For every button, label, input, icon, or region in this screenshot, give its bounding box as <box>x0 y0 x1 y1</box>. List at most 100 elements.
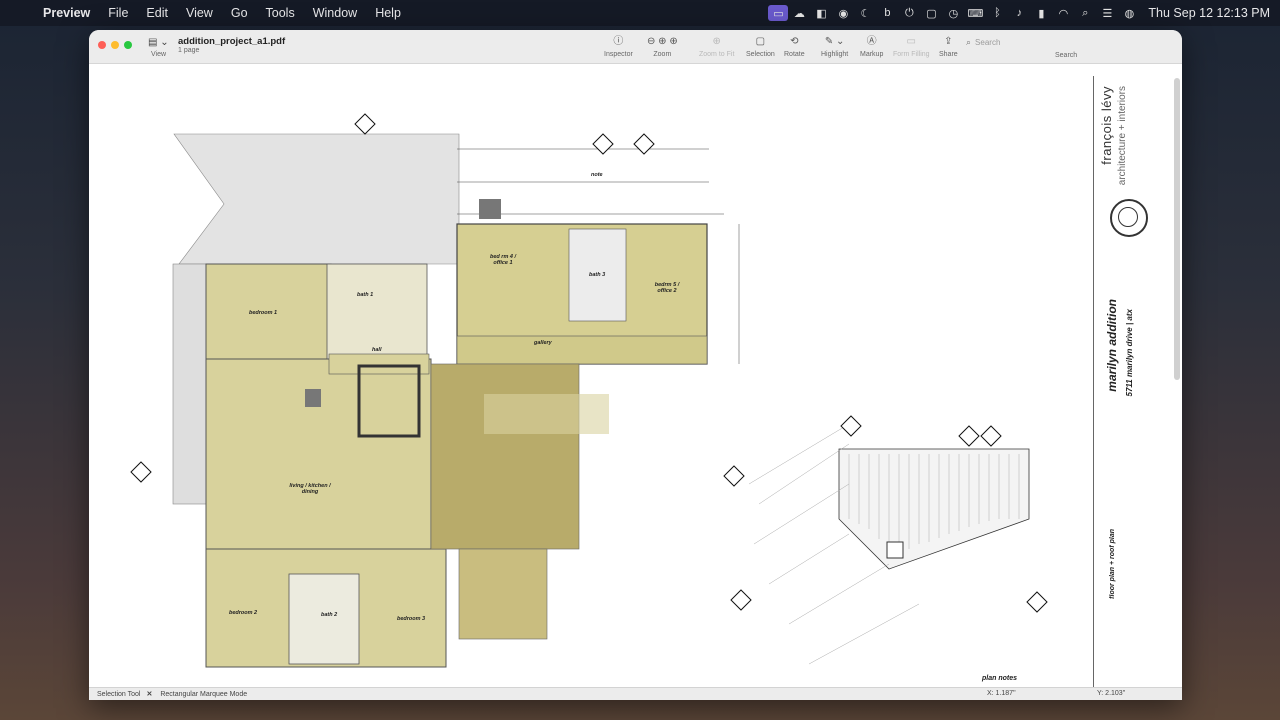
label-gallery: gallery <box>534 340 552 346</box>
project-name: marilyn addition <box>1105 299 1119 392</box>
inspector-label: Inspector <box>604 51 633 58</box>
markup-icon: Ⓐ <box>866 36 877 47</box>
zoom-label: Zoom <box>653 51 672 58</box>
label-bedrm-5: bedrm 5 / office 2 <box>654 282 680 294</box>
room-bath-2 <box>288 573 360 665</box>
b-app-icon[interactable]: b <box>876 5 898 21</box>
project-address: 5711 marilyn drive | atx <box>1125 309 1134 397</box>
siri-icon[interactable]: ◍ <box>1118 5 1140 21</box>
menu-file[interactable]: File <box>99 6 137 20</box>
selection-button[interactable]: ▢ Selection <box>746 35 775 58</box>
screen-recording-icon[interactable]: ▭ <box>768 5 789 21</box>
label-bed-rm-4: bed rm 4 / office 1 <box>490 254 516 266</box>
minimize-window-button[interactable] <box>111 41 119 49</box>
preview-window: ▤ ⌄ View addition_project_a1.pdf 1 page … <box>89 30 1182 700</box>
roof-plan-outline <box>838 448 1030 570</box>
menu-window[interactable]: Window <box>304 6 366 20</box>
mechanical-unit <box>479 199 501 219</box>
sheet-title: floor plan + roof plan <box>1109 529 1116 599</box>
architect-seal-icon <box>1110 199 1148 237</box>
battery-icon[interactable]: ▮ <box>1030 5 1052 21</box>
audio-icon[interactable]: ♪ <box>1008 5 1030 21</box>
menu-tools[interactable]: Tools <box>257 6 304 20</box>
selection-icon: ▢ <box>755 36 766 47</box>
share-icon: ⇪ <box>944 36 953 47</box>
cloud-icon[interactable]: ☁ <box>788 5 810 21</box>
menu-go[interactable]: Go <box>222 6 257 20</box>
label-hall: hall <box>372 347 382 353</box>
sidebar-toggle-icon[interactable]: ▤ ⌄ <box>148 37 169 48</box>
room-bath-1 <box>326 263 428 360</box>
inspector-button[interactable]: ⓘ Inspector <box>604 35 633 58</box>
search-field[interactable]: ⌕ Search <box>966 36 1078 49</box>
view-label: View <box>151 51 167 58</box>
zoom-to-fit-button[interactable]: ⊕ Zoom to Fit <box>699 35 734 58</box>
menu-help[interactable]: Help <box>366 6 410 20</box>
rotate-label: Rotate <box>784 51 805 58</box>
label-note: note <box>591 172 603 178</box>
rotate-icon: ⟲ <box>790 36 799 47</box>
info-icon: ⓘ <box>613 36 624 47</box>
selection-label: Selection <box>746 51 775 58</box>
status-marquee-mode: Rectangular Marquee Mode <box>160 690 248 698</box>
moon-icon[interactable]: ☾ <box>854 5 876 21</box>
form-icon: ▭ <box>906 36 916 47</box>
label-living-kitchen-dining: living / kitchen / dining <box>289 483 331 495</box>
markup-label: Markup <box>860 51 884 58</box>
label-bath-3: bath 3 <box>589 272 606 278</box>
zoom-window-button[interactable] <box>124 41 132 49</box>
spotlight-search-icon[interactable]: ⌕ <box>1074 5 1096 21</box>
pdf-canvas[interactable]: bedroom 1 bath 1 hall living / kitchen /… <box>89 64 1182 696</box>
label-bath-2: bath 2 <box>321 612 338 618</box>
firm-subtitle: architecture + interiors <box>1117 86 1128 186</box>
highlight-pen-icon: ✎ ⌄ <box>824 36 845 47</box>
share-label: Share <box>939 51 958 58</box>
control-center-icon[interactable]: ☰ <box>1096 5 1118 21</box>
vertical-scrollbar[interactable] <box>1174 78 1180 380</box>
rotate-button[interactable]: ⟲ Rotate <box>784 35 805 58</box>
highlight-label: Highlight <box>821 51 849 58</box>
bluetooth-icon[interactable]: ᛒ <box>986 5 1008 21</box>
document-page-count: 1 page <box>178 47 200 54</box>
firm-name: françois lévy <box>1099 86 1114 165</box>
zoom-to-fit-label: Zoom to Fit <box>699 51 735 58</box>
menu-edit[interactable]: Edit <box>137 6 177 20</box>
zoom-fit-icon: ⊕ <box>712 36 721 47</box>
search-placeholder: Search <box>975 38 1001 47</box>
deck-area <box>430 363 580 550</box>
app-status-icon[interactable]: ◧ <box>810 5 832 21</box>
wifi-icon[interactable]: ◠ <box>1052 5 1074 21</box>
menu-view[interactable]: View <box>177 6 222 20</box>
power-icon[interactable]: ⏻ <box>898 5 920 21</box>
close-icon[interactable]: ✕ <box>146 690 152 698</box>
display-icon[interactable]: ▢ <box>920 5 942 21</box>
highlight-button[interactable]: ✎ ⌄ Highlight <box>821 35 848 58</box>
room-hall <box>328 353 430 375</box>
floor-plan-drawing <box>130 113 1048 668</box>
label-bath-1: bath 1 <box>357 292 374 298</box>
window-toolbar: ▤ ⌄ View addition_project_a1.pdf 1 page … <box>89 30 1182 64</box>
search-label: Search <box>1055 52 1078 59</box>
clock-icon[interactable]: ◷ <box>942 5 964 21</box>
keyboard-icon[interactable]: ⌨ <box>964 5 986 21</box>
side-porch <box>172 263 210 505</box>
deck-shade <box>484 394 609 434</box>
cursor-x-readout: X: 1.187" <box>987 690 1016 697</box>
zoom-buttons[interactable]: ⊖ ⊕ ⊕ Zoom <box>647 35 678 58</box>
form-filling-button[interactable]: ▭ Form Filling <box>893 35 930 58</box>
room-gallery <box>456 335 708 365</box>
markup-button[interactable]: Ⓐ Markup <box>860 35 883 58</box>
status-bar: Selection Tool ✕ Rectangular Marquee Mod… <box>89 687 1182 700</box>
roof-chimney <box>886 541 904 559</box>
status-selection-tool: Selection Tool <box>97 690 141 698</box>
zoom-icons: ⊖ ⊕ ⊕ <box>647 36 678 47</box>
share-button[interactable]: ⇪ Share <box>939 35 958 58</box>
menu-clock[interactable]: Thu Sep 12 12:13 PM <box>1148 6 1270 20</box>
app-status-icon-2[interactable]: ◉ <box>832 5 854 21</box>
cursor-y-readout: Y: 2.103" <box>1097 690 1126 697</box>
document-title[interactable]: addition_project_a1.pdf <box>178 36 285 47</box>
close-window-button[interactable] <box>98 41 106 49</box>
menu-app-name[interactable]: Preview <box>34 6 99 20</box>
plan-notes-title: plan notes <box>982 675 1018 682</box>
label-bedroom-2: bedroom 2 <box>229 610 258 616</box>
